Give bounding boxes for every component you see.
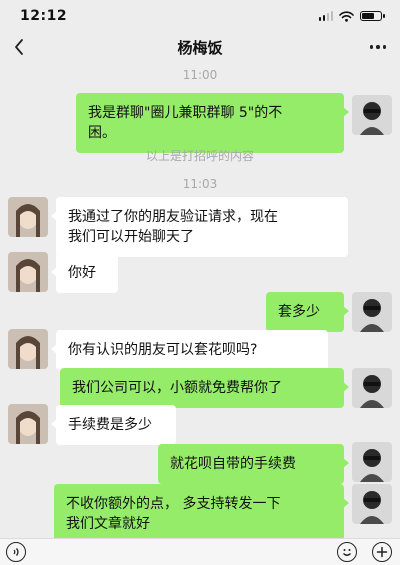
- message-bubble-outgoing[interactable]: 我是群聊"圈儿兼职群聊 5"的不 困。: [76, 93, 349, 153]
- avatar-contact[interactable]: [8, 404, 48, 444]
- message-bubble-outgoing[interactable]: 就花呗自带的手续费: [158, 444, 349, 484]
- message-line: 你好: [68, 265, 96, 281]
- message-line: 套多少: [278, 304, 320, 320]
- status-bar: 12:12: [0, 0, 400, 32]
- avatar-self[interactable]: [352, 95, 392, 135]
- message-bubble-outgoing[interactable]: 我们公司可以，小额就免费帮你了: [60, 368, 349, 408]
- message-bubble-outgoing[interactable]: 不收你额外的点， 多支持转发一下 我们文章就好: [54, 484, 349, 544]
- back-button[interactable]: [6, 34, 32, 60]
- emoji-button[interactable]: [337, 542, 357, 562]
- voice-button[interactable]: [6, 542, 26, 562]
- chat-title: 杨梅饭: [177, 38, 223, 57]
- message-line: 我通过了你的朋友验证请求，现在: [68, 209, 278, 225]
- more-icon: [369, 45, 387, 49]
- avatar-contact[interactable]: [8, 252, 48, 292]
- plus-icon: [376, 546, 388, 558]
- avatar-contact[interactable]: [8, 197, 48, 237]
- system-note: 以上是打招呼的内容: [145, 149, 254, 163]
- message-bubble-incoming[interactable]: 我通过了你的朋友验证请求，现在 我们可以开始聊天了: [51, 197, 348, 257]
- time-label: 11:03: [182, 177, 218, 191]
- emoji-icon: [343, 549, 351, 556]
- wifi-icon: [339, 10, 354, 22]
- voice-icon: [13, 548, 19, 556]
- message-bubble-outgoing[interactable]: 套多少: [266, 292, 349, 332]
- battery-icon: [360, 11, 385, 21]
- message-line: 困。: [88, 125, 116, 141]
- message-line: 我们可以开始聊天了: [68, 229, 194, 245]
- message-line: 手续费是多少: [68, 417, 152, 433]
- avatar-contact[interactable]: [8, 329, 48, 369]
- avatar-self[interactable]: [352, 292, 392, 332]
- message-bubble-incoming[interactable]: 你好: [51, 253, 118, 293]
- message-line: 就花呗自带的手续费: [170, 456, 296, 472]
- plus-button[interactable]: [372, 542, 392, 562]
- time-label: 11:00: [182, 68, 218, 82]
- chat-header: 杨梅饭: [0, 32, 400, 62]
- avatar-self[interactable]: [352, 368, 392, 408]
- more-button[interactable]: [366, 38, 390, 56]
- message-line: 我是群聊"圈儿兼职群聊 5"的不: [88, 105, 283, 121]
- message-line: 你有认识的朋友可以套花呗吗?: [68, 342, 258, 358]
- message-bubble-incoming[interactable]: 你有认识的朋友可以套花呗吗?: [51, 330, 328, 370]
- message-line: 不收你额外的点， 多支持转发一下: [66, 496, 281, 512]
- input-bar: [0, 538, 400, 565]
- status-time: 12:12: [20, 8, 68, 24]
- status-icons: [318, 10, 385, 22]
- signal-icon: [318, 11, 333, 21]
- message-bubble-incoming[interactable]: 手续费是多少: [51, 405, 176, 445]
- avatar-self[interactable]: [352, 442, 392, 482]
- back-chevron-icon: [15, 39, 23, 55]
- avatar-self[interactable]: [352, 484, 392, 524]
- message-line: 我们文章就好: [66, 516, 150, 532]
- message-line: 我们公司可以，小额就免费帮你了: [72, 380, 282, 396]
